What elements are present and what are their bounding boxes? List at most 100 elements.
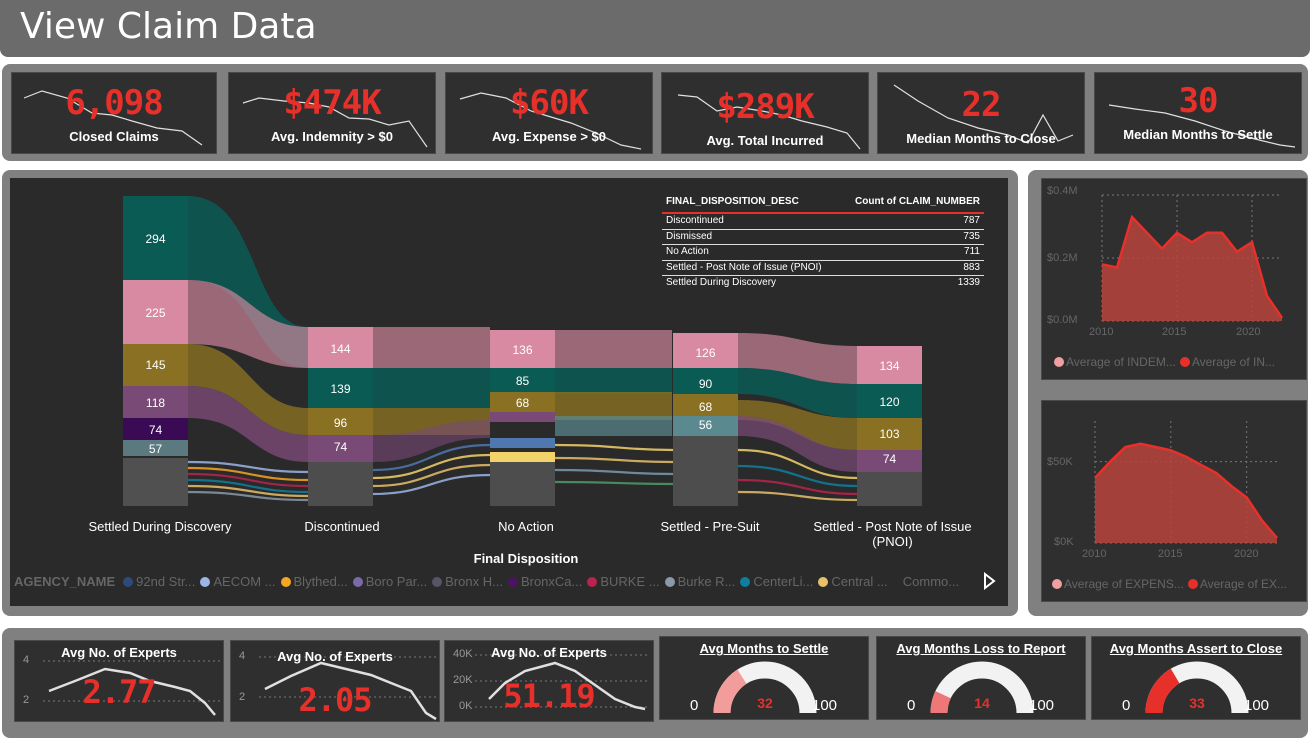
- node-value: 136: [512, 343, 533, 357]
- cell: 1339: [957, 277, 980, 288]
- kpi-card-median-months-close[interactable]: 22 Median Months to Close: [877, 72, 1085, 154]
- node-value: 118: [145, 396, 166, 410]
- chart-legend[interactable]: Average of INDEM... Average of IN...: [1054, 355, 1275, 369]
- area-series-fill: [1095, 443, 1277, 543]
- column-label: Settled During Discovery: [88, 519, 232, 534]
- gauge-card-assert-to-close[interactable]: Avg Months Assert to Close 33 0 100: [1091, 636, 1301, 720]
- node-value: 74: [882, 452, 897, 466]
- node-value: 68: [698, 400, 713, 414]
- column-label: No Action: [498, 519, 554, 534]
- node-value: 145: [145, 358, 166, 372]
- kpi-value: $474K: [283, 83, 381, 123]
- kpi-label: Median Months to Settle: [1123, 127, 1273, 142]
- node-value: 120: [879, 395, 900, 409]
- table-row[interactable]: Discontinued 787: [662, 214, 984, 230]
- disposition-table[interactable]: FINAL_DISPOSITION_DESC Count of CLAIM_NU…: [662, 194, 984, 292]
- kpi-value: 6,098: [65, 83, 163, 123]
- expense-chart-card[interactable]: $50K $0K 2010 2015 2020 Average of EXPEN…: [1041, 400, 1307, 602]
- table-header[interactable]: FINAL_DISPOSITION_DESC Count of CLAIM_NU…: [662, 194, 984, 214]
- legend-item[interactable]: Boro Par...: [352, 574, 427, 589]
- cell: 883: [963, 261, 980, 273]
- gauge-value: 32: [757, 695, 773, 711]
- cell: Dismissed: [666, 230, 713, 242]
- gauge-max: 100: [1029, 697, 1055, 714]
- area-series-fill: [1102, 217, 1282, 321]
- indemnity-chart-card[interactable]: $0.4M $0.2M $0.0M 2010 2015 2020 Average…: [1041, 178, 1307, 380]
- table-row[interactable]: Settled - Post Note of Issue (PNOI) 883: [662, 261, 984, 276]
- gauge-title: Avg Months Loss to Report: [896, 641, 1066, 656]
- kpi-value: $60K: [510, 83, 589, 123]
- table-row[interactable]: Dismissed 735: [662, 230, 984, 245]
- kpi-value: 22: [961, 85, 1002, 125]
- cell: No Action: [666, 246, 709, 257]
- experts-title: Avg No. of Experts: [61, 645, 177, 660]
- legend-item[interactable]: Commo...: [903, 574, 959, 589]
- cell: 787: [963, 215, 980, 226]
- node-value: 294: [145, 232, 166, 246]
- gauge-max: 100: [812, 697, 838, 714]
- cell: 711: [964, 246, 980, 257]
- experts-title: Avg No. of Experts: [491, 645, 607, 660]
- y-tick: $0.4M: [1047, 185, 1078, 197]
- kpi-card-avg-expense[interactable]: $60K Avg. Expense > $0: [445, 72, 653, 154]
- kpi-card-avg-indemnity[interactable]: $474K Avg. Indemnity > $0: [228, 72, 436, 154]
- legend-item[interactable]: 92nd Str...: [123, 574, 195, 589]
- table-row[interactable]: Settled During Discovery 1339: [662, 276, 984, 292]
- node-value: 134: [879, 359, 900, 373]
- gauge-fill: [1145, 668, 1180, 714]
- column-header[interactable]: FINAL_DISPOSITION_DESC: [666, 196, 799, 210]
- kpi-label: Avg. Indemnity > $0: [271, 129, 393, 144]
- x-tick: 2010: [1089, 326, 1114, 338]
- x-tick: 2010: [1082, 548, 1107, 560]
- cell: Settled During Discovery: [666, 277, 777, 288]
- table-row[interactable]: No Action 711: [662, 245, 984, 261]
- kpi-card-avg-total-incurred[interactable]: $289K Avg. Total Incurred: [661, 72, 869, 154]
- node-value: 85: [515, 374, 530, 388]
- gauge-card-months-settle[interactable]: Avg Months to Settle 32 0 100: [659, 636, 869, 720]
- column-label: Settled - Pre-Suit: [660, 519, 760, 534]
- kpi-label: Avg. Total Incurred: [706, 133, 824, 148]
- experts-value: 2.77: [82, 673, 156, 711]
- experts-card-1[interactable]: 4 2 Avg No. of Experts 2.77: [14, 640, 224, 722]
- chart-legend[interactable]: Average of EXPENS... Average of EX...: [1052, 577, 1287, 591]
- legend-item[interactable]: Burke R...: [664, 574, 735, 589]
- node-value: 57: [148, 442, 163, 456]
- gauge-value: 14: [974, 695, 990, 711]
- indemnity-area-chart[interactable]: [1042, 179, 1308, 381]
- node-value: 96: [333, 416, 348, 430]
- legend-item[interactable]: Blythed...: [280, 574, 348, 589]
- title-bar: View Claim Data: [0, 0, 1310, 57]
- experts-value: 51.19: [503, 677, 595, 715]
- column-label: Settled - Post Note of Issue (PNOI): [813, 519, 972, 549]
- node-value: 90: [698, 377, 713, 391]
- legend-title: AGENCY_NAME: [14, 574, 116, 589]
- gauge-max: 100: [1244, 697, 1270, 714]
- legend-item[interactable]: CenterLi...: [740, 574, 813, 589]
- legend-item[interactable]: AECOM ...: [200, 574, 276, 589]
- expense-area-chart[interactable]: [1042, 401, 1308, 603]
- node-value: 68: [515, 396, 530, 410]
- gauge-card-loss-to-report[interactable]: Avg Months Loss to Report 14 0 100: [876, 636, 1086, 720]
- legend-item[interactable]: BronxCa...: [507, 574, 582, 589]
- kpi-card-median-months-settle[interactable]: 30 Median Months to Settle: [1094, 72, 1302, 154]
- x-tick: 2015: [1158, 548, 1183, 560]
- kpi-value: $289K: [716, 87, 814, 127]
- x-tick: 2020: [1236, 326, 1261, 338]
- kpi-label: Closed Claims: [69, 129, 159, 144]
- legend-item[interactable]: Bronx H...: [432, 574, 503, 589]
- x-tick: 2020: [1234, 548, 1259, 560]
- experts-card-3[interactable]: 40K 20K 0K Avg No. of Experts 51.19: [444, 640, 654, 722]
- x-tick: 2015: [1162, 326, 1187, 338]
- column-header[interactable]: Count of CLAIM_NUMBER: [855, 196, 980, 210]
- experts-card-2[interactable]: 4 2 Avg No. of Experts 2.05: [230, 640, 440, 722]
- legend-item[interactable]: Central ...: [818, 574, 888, 589]
- gauge-min: 0: [907, 697, 916, 714]
- page-title: View Claim Data: [20, 6, 317, 47]
- legend-next-icon[interactable]: [982, 572, 996, 590]
- kpi-label: Avg. Expense > $0: [491, 129, 607, 144]
- agency-legend[interactable]: AGENCY_NAME 92nd Str... AECOM ... Blythe…: [14, 574, 964, 589]
- legend-item[interactable]: BURKE ...: [587, 574, 660, 589]
- y-tick: $0.2M: [1047, 252, 1078, 264]
- kpi-card-closed-claims[interactable]: 6,098 Closed Claims: [11, 72, 217, 154]
- experts-value: 2.05: [298, 681, 372, 719]
